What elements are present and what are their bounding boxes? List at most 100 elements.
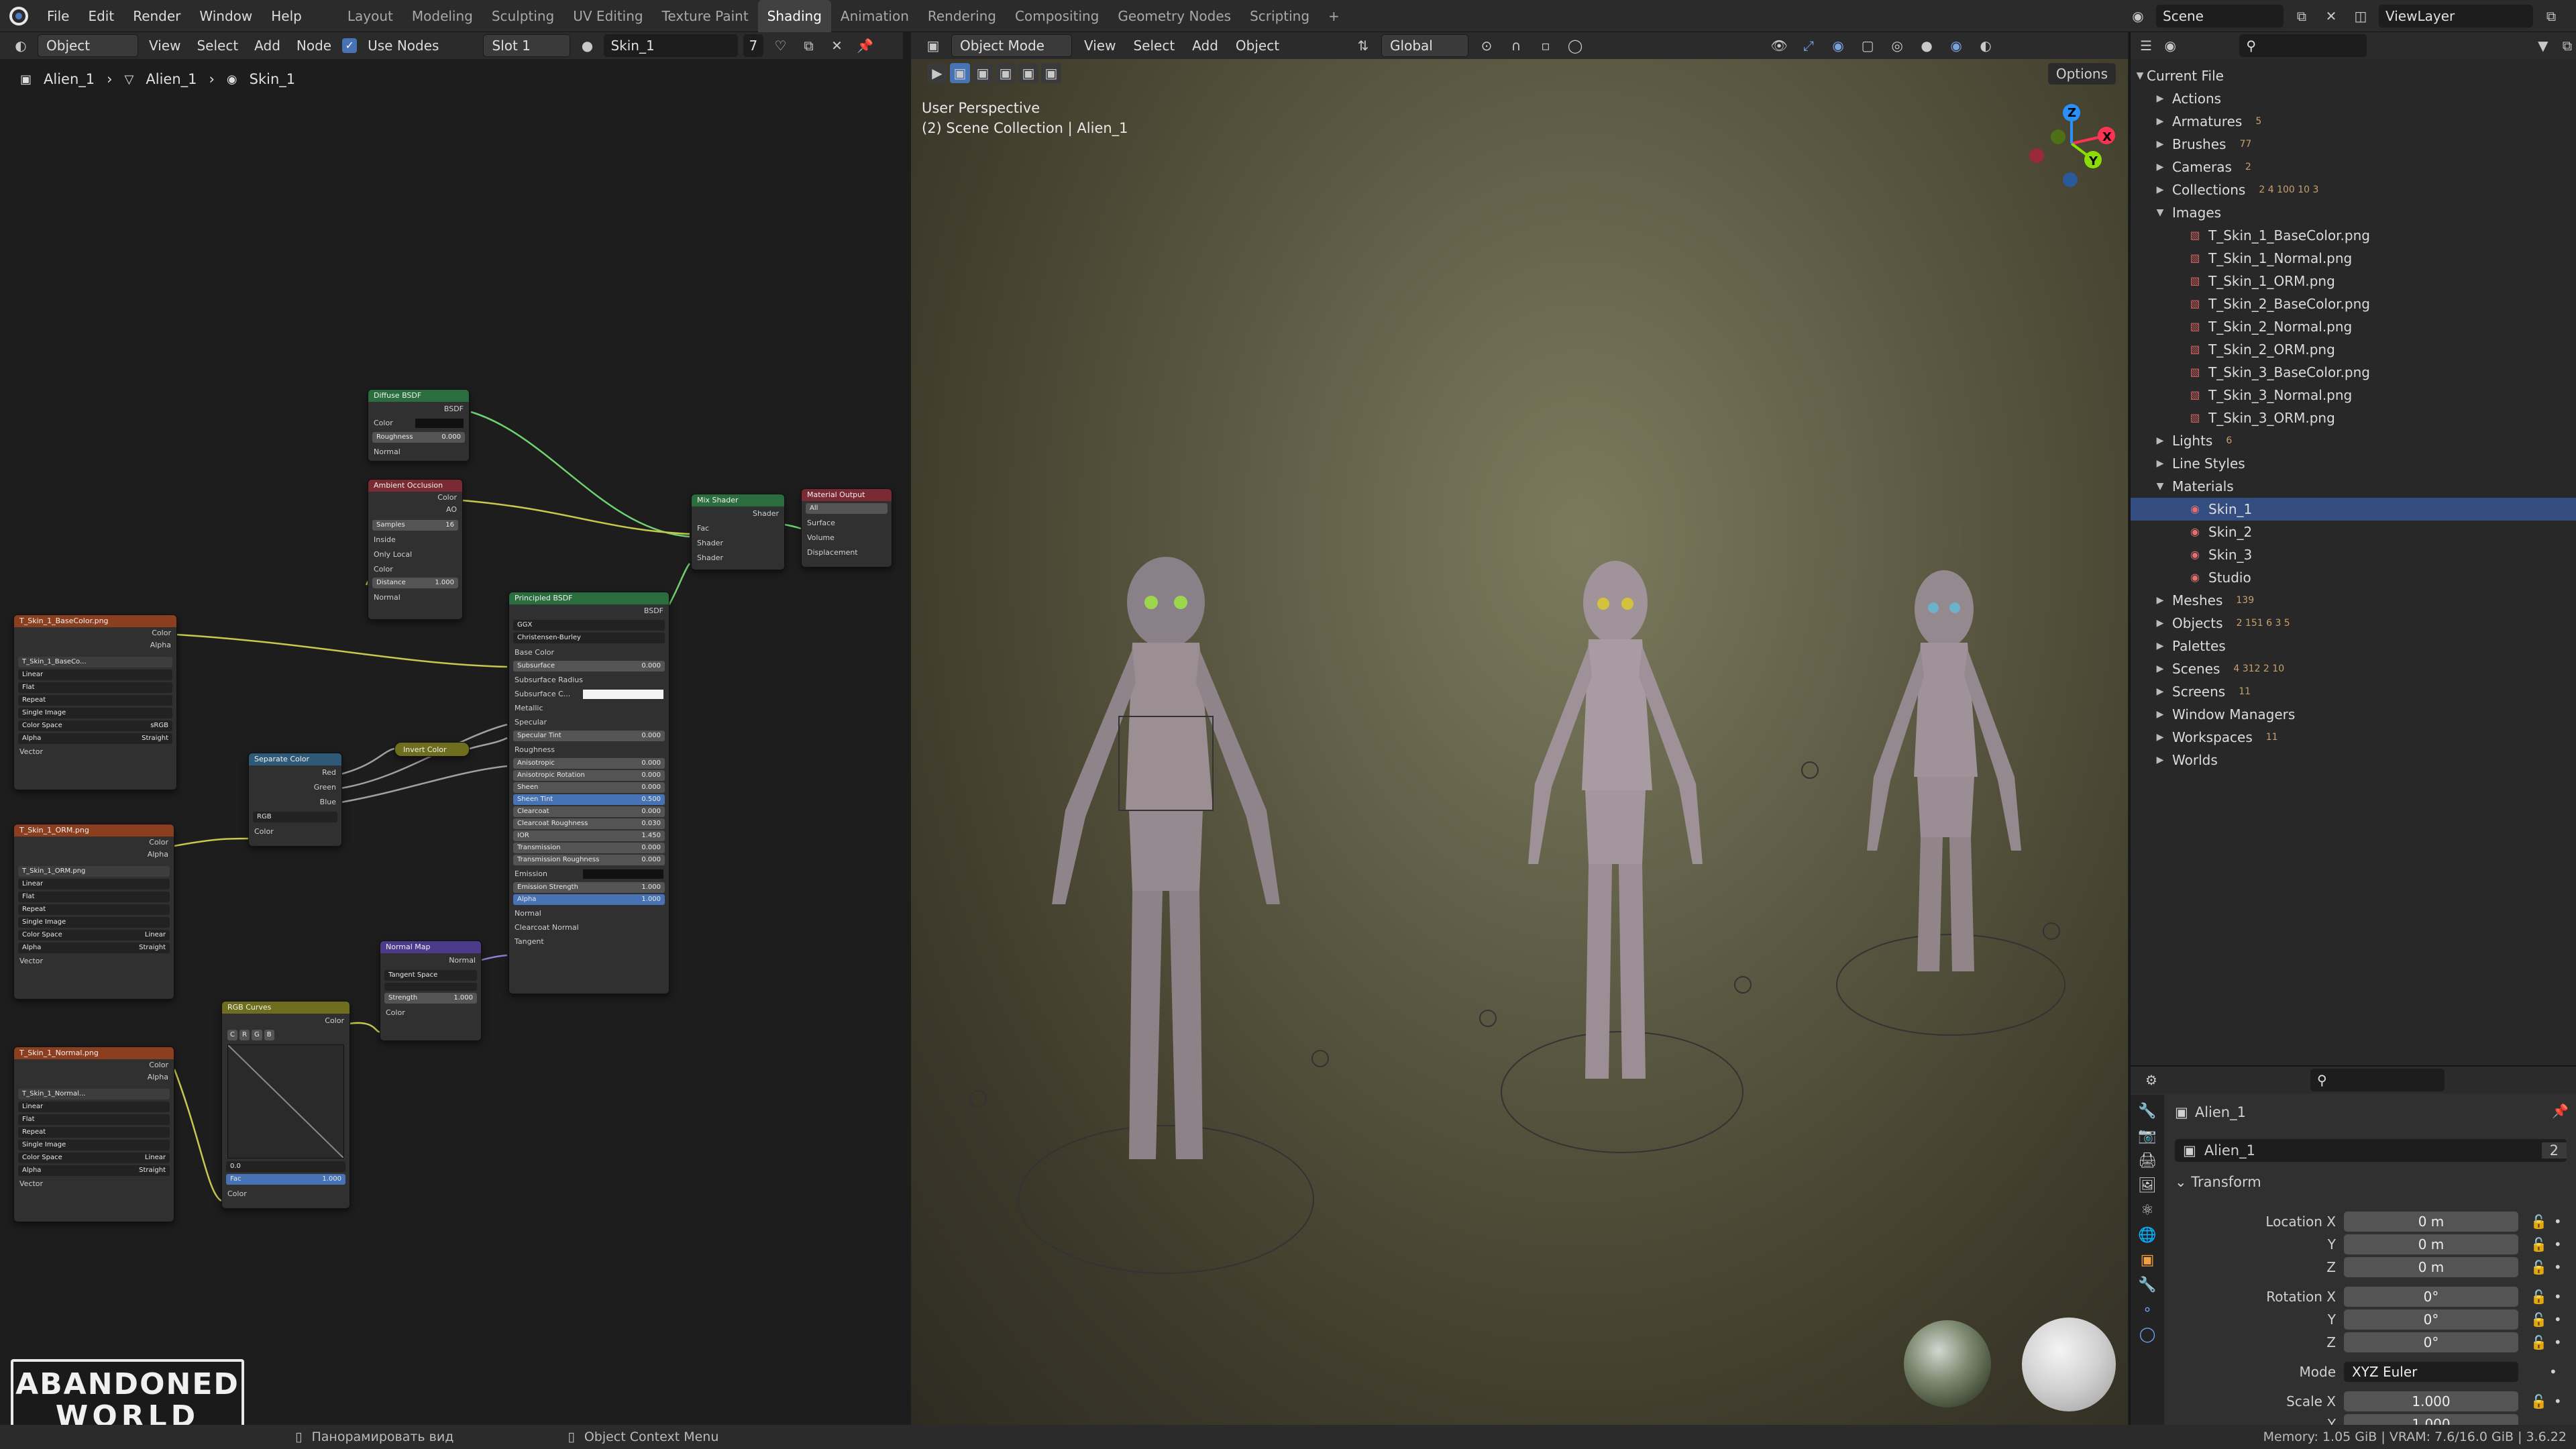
color-swatch[interactable] bbox=[583, 869, 663, 879]
new-collection-icon[interactable]: ⧉ bbox=[2559, 34, 2576, 57]
alien-character-3[interactable] bbox=[1796, 529, 2105, 1320]
channel-r-tab[interactable]: R bbox=[239, 1030, 250, 1040]
rotation-z-field[interactable]: 0° bbox=[2344, 1332, 2518, 1352]
physics-tab-icon[interactable]: ◯ bbox=[2139, 1326, 2156, 1343]
editor-type-icon[interactable]: ▣ bbox=[922, 34, 945, 57]
view-layer-tab-icon[interactable]: 🖼 bbox=[2138, 1177, 2157, 1194]
channel-g-tab[interactable]: G bbox=[251, 1030, 262, 1040]
projection-select[interactable]: Flat bbox=[18, 892, 170, 902]
lock-icon[interactable]: 🔓 bbox=[2530, 1214, 2547, 1230]
samples-field[interactable]: Samples 16 bbox=[372, 520, 458, 531]
scale-x-field[interactable]: 1.000 bbox=[2344, 1391, 2518, 1411]
node-ambient-occlusion[interactable]: Ambient Occlusion Color AO Samples 16 Ins… bbox=[368, 479, 463, 620]
collapse-arrow-icon[interactable]: ▶ bbox=[2153, 749, 2167, 771]
fac-field[interactable]: Fac 1.000 bbox=[226, 1174, 345, 1185]
color-space-select[interactable]: Color Space Linear bbox=[18, 1152, 170, 1163]
inside-checkbox-row[interactable]: Inside bbox=[368, 533, 462, 547]
object-name-field[interactable]: ▣ Alien_1 2 bbox=[2175, 1139, 2567, 1162]
extension-select[interactable]: Repeat bbox=[18, 904, 170, 915]
gizmo-icon[interactable]: ⤢ bbox=[1797, 34, 1820, 57]
principled-input-field[interactable]: Anisotropic 0.000 bbox=[513, 758, 665, 769]
properties-search-input[interactable]: ⚲ bbox=[2310, 1069, 2445, 1091]
view-layer-field[interactable]: ViewLayer bbox=[2379, 5, 2533, 28]
principled-input-field[interactable]: Sheen 0.000 bbox=[513, 782, 665, 793]
outliner-item[interactable]: ▧ T_Skin_2_BaseColor.png bbox=[2131, 292, 2576, 315]
source-select[interactable]: Single Image bbox=[18, 1140, 170, 1150]
image-field[interactable]: T_Skin_1_Normal... bbox=[18, 1089, 170, 1099]
principled-input-field[interactable]: IOR 1.450 bbox=[513, 830, 665, 841]
select-extend-icon[interactable]: ▣ bbox=[973, 63, 993, 83]
collapse-arrow-icon[interactable]: ▶ bbox=[2153, 612, 2167, 635]
outliner-category[interactable]: ▶ Meshes 139 bbox=[2131, 589, 2576, 612]
collapse-arrow-icon[interactable]: ▶ bbox=[2153, 133, 2167, 156]
viewport-menu-view[interactable]: View bbox=[1079, 38, 1121, 54]
view-layer-icon[interactable]: ◫ bbox=[2349, 5, 2372, 28]
node-title[interactable]: Invert Color bbox=[395, 743, 469, 756]
interpolation-select[interactable]: Linear bbox=[18, 879, 170, 890]
new-scene-icon[interactable]: ⧉ bbox=[2290, 5, 2313, 28]
alpha-mode-select[interactable]: Alpha Straight bbox=[18, 943, 170, 953]
visibility-icon[interactable]: 👁 bbox=[1768, 34, 1790, 57]
node-image-texture-basecolor[interactable]: T_Skin_1_BaseColor.png Color Alpha T_Ski… bbox=[13, 614, 177, 790]
collapse-arrow-icon[interactable]: ▶ bbox=[2153, 635, 2167, 657]
principled-input-field[interactable]: Alpha 1.000 bbox=[513, 894, 665, 905]
curve-point-x[interactable]: 0.0 bbox=[226, 1161, 345, 1172]
wireframe-shading-icon[interactable]: ◎ bbox=[1886, 34, 1909, 57]
outliner-item[interactable]: ▧ T_Skin_3_ORM.png bbox=[2131, 407, 2576, 429]
scene-field[interactable]: Scene bbox=[2156, 5, 2284, 28]
new-view-layer-icon[interactable]: ⧉ bbox=[2540, 5, 2563, 28]
xray-icon[interactable]: ▢ bbox=[1856, 34, 1879, 57]
node-title[interactable]: T_Skin_1_ORM.png bbox=[14, 824, 174, 837]
mode-select[interactable]: RGB bbox=[253, 812, 337, 822]
collapse-arrow-icon[interactable]: ▶ bbox=[2153, 589, 2167, 612]
collapse-arrow-icon[interactable]: ▶ bbox=[2153, 178, 2167, 201]
location-y-field[interactable]: 0 m bbox=[2344, 1234, 2518, 1254]
tab-rendering[interactable]: Rendering bbox=[918, 0, 1006, 32]
rendered-shading-icon[interactable]: ◐ bbox=[1974, 34, 1997, 57]
principled-input-field[interactable]: Clearcoat Roughness 0.030 bbox=[513, 818, 665, 829]
outliner-category[interactable]: ▶ Screens 11 bbox=[2131, 680, 2576, 703]
outliner-category[interactable]: ▶ Scenes 4 312 2 10 bbox=[2131, 657, 2576, 680]
node-title[interactable]: Diffuse BSDF bbox=[368, 390, 469, 402]
expand-arrow-icon[interactable]: ▼ bbox=[2133, 64, 2147, 87]
space-select[interactable]: Tangent Space bbox=[384, 970, 477, 981]
outliner-item[interactable]: ▧ T_Skin_3_Normal.png bbox=[2131, 384, 2576, 407]
3d-viewport[interactable]: ▶ ▣ ▣ ▣ ▣ ▣ Options User Perspective (2)… bbox=[911, 59, 2128, 1425]
viewport-menu-select[interactable]: Select bbox=[1128, 38, 1180, 54]
outliner-category[interactable]: ▶ Palettes bbox=[2131, 635, 2576, 657]
delete-view-layer-icon[interactable]: ✕ bbox=[2569, 5, 2576, 28]
alpha-mode-select[interactable]: Alpha Straight bbox=[18, 733, 172, 744]
node-normal-map[interactable]: Normal Map Normal Tangent Space Strength… bbox=[380, 941, 482, 1041]
outliner-item[interactable]: ▧ T_Skin_2_Normal.png bbox=[2131, 315, 2576, 338]
node-title[interactable]: Normal Map bbox=[380, 941, 481, 953]
curve-graph[interactable] bbox=[227, 1044, 344, 1159]
outliner-category[interactable]: ▶ Armatures 5 bbox=[2131, 110, 2576, 133]
outliner-root[interactable]: ▼ Current File bbox=[2131, 64, 2576, 87]
particles-tab-icon[interactable]: ∘ bbox=[2143, 1301, 2152, 1318]
transform-panel-header[interactable]: ⌄ Transform bbox=[2175, 1174, 2261, 1190]
principled-input-field[interactable]: Transmission Roughness 0.000 bbox=[513, 855, 665, 865]
proportional-edit-icon[interactable]: ◯ bbox=[1564, 34, 1587, 57]
outliner-category[interactable]: ▶ Line Styles bbox=[2131, 452, 2576, 475]
projection-select[interactable]: Flat bbox=[18, 1114, 170, 1125]
lock-icon[interactable]: 🔓 bbox=[2530, 1311, 2547, 1328]
alien-character-2[interactable] bbox=[1448, 529, 1783, 1320]
tab-scripting[interactable]: Scripting bbox=[1240, 0, 1319, 32]
outliner-item[interactable]: ▧ T_Skin_1_ORM.png bbox=[2131, 270, 2576, 292]
collapse-arrow-icon[interactable]: ▶ bbox=[2153, 156, 2167, 178]
outliner-category[interactable]: ▶ Objects 2 151 6 3 5 bbox=[2131, 612, 2576, 635]
extension-select[interactable]: Repeat bbox=[18, 1127, 170, 1138]
options-dropdown[interactable]: Options bbox=[2047, 63, 2116, 85]
outliner-category[interactable]: ▼ Images bbox=[2131, 201, 2576, 224]
principled-input-field[interactable]: Subsurface 0.000 bbox=[513, 661, 665, 672]
scene-tab-icon[interactable]: ⚛ bbox=[2141, 1202, 2154, 1219]
select-invert-icon[interactable]: ▣ bbox=[1018, 63, 1038, 83]
pin-icon[interactable]: 📌 bbox=[2552, 1103, 2569, 1119]
add-workspace-button[interactable]: + bbox=[1319, 0, 1349, 32]
keyframe-dot-icon[interactable]: • bbox=[2549, 1364, 2557, 1380]
select-new-icon[interactable]: ▣ bbox=[950, 63, 970, 83]
tweak-tool-icon[interactable]: ▶ bbox=[927, 63, 947, 83]
outliner-category[interactable]: ▶ Lights 6 bbox=[2131, 429, 2576, 452]
color-space-select[interactable]: Color Space Linear bbox=[18, 930, 170, 941]
keyframe-dot-icon[interactable]: • bbox=[2554, 1289, 2562, 1305]
